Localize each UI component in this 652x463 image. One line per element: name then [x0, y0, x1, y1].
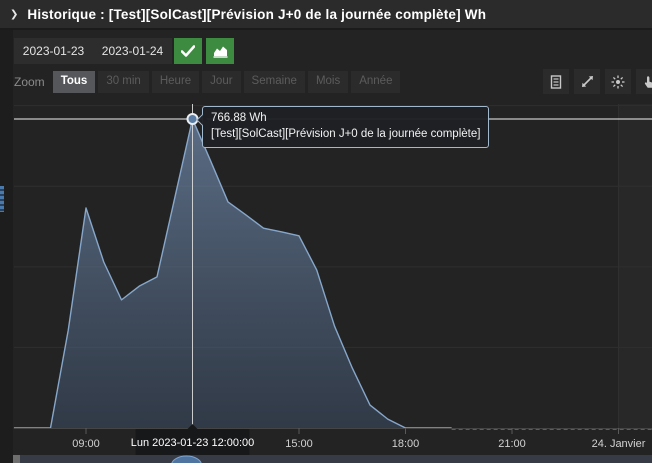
sun-button[interactable] — [605, 69, 631, 94]
resize-diagonal-button[interactable] — [574, 69, 600, 94]
svg-text:09:00: 09:00 — [72, 438, 100, 450]
date-range-inputs: 2023-01-23 2023-01-24 — [14, 38, 172, 64]
zoom-option-mois[interactable]: Mois — [307, 71, 349, 93]
end-date-input[interactable]: 2023-01-24 — [93, 44, 172, 58]
panel-header: ❯ Historique : [Test][SolCast][Prévision… — [0, 0, 652, 30]
svg-text:15:00: 15:00 — [285, 438, 313, 450]
x-axis: 09:00 15:00 18:00 21:00 24. Janvier — [14, 428, 652, 450]
sun-icon — [611, 75, 625, 88]
zoom-option-jour[interactable]: Jour — [202, 71, 241, 93]
check-icon — [181, 45, 195, 57]
hand-pointer-button[interactable] — [636, 69, 652, 94]
svg-text:18:00: 18:00 — [392, 438, 420, 450]
zoom-preset-bar: Zoom Tous 30 min Heure Jour Semaine Mois… — [14, 70, 403, 94]
svg-text:24. Janvier: 24. Janvier — [592, 438, 646, 450]
svg-text:21:00: 21:00 — [498, 438, 526, 450]
collapse-chevron-icon[interactable]: ❯ — [10, 9, 18, 20]
hand-pointer-icon — [644, 75, 652, 88]
panel-title: Historique : [Test][SolCast][Prévision J… — [27, 6, 487, 22]
validate-button[interactable] — [174, 38, 202, 64]
navigator-handle — [13, 455, 20, 463]
tooltip-value: 766.88 Wh — [211, 112, 267, 124]
navigator — [13, 455, 652, 463]
start-date-input[interactable]: 2023-01-23 — [14, 44, 93, 58]
history-chart[interactable]: 09:00 15:00 18:00 21:00 24. Janvier Lun 2023-… — [0, 96, 652, 463]
navigator-track — [13, 455, 652, 463]
plot-band-next-day — [619, 104, 652, 428]
area-chart-icon — [213, 46, 227, 58]
zoom-option-semaine[interactable]: Semaine — [243, 71, 305, 93]
historique-panel: ❯ Historique : [Test][SolCast][Prévision… — [0, 0, 652, 463]
zoom-option-30min[interactable]: 30 min — [98, 71, 149, 93]
graph-button[interactable] — [206, 38, 234, 64]
table-list-button[interactable] — [543, 69, 569, 94]
table-list-icon — [550, 74, 562, 89]
chart-tooltip: 766.88 Wh [Test][SolCast][Prévision J+0 … — [196, 106, 490, 149]
chart-area-series — [13, 118, 652, 430]
zoom-option-tous[interactable]: Tous — [52, 71, 96, 93]
resize-diagonal-icon — [581, 76, 593, 87]
zoom-option-annee[interactable]: Année — [351, 71, 401, 93]
zoom-option-heure[interactable]: Heure — [151, 71, 200, 93]
svg-text:Lun 2023-01-23 12:00:00: Lun 2023-01-23 12:00:00 — [131, 437, 255, 449]
tooltip-series: [Test][SolCast][Prévision J+0 de la jour… — [211, 127, 481, 140]
zoom-label: Zoom — [14, 75, 45, 89]
